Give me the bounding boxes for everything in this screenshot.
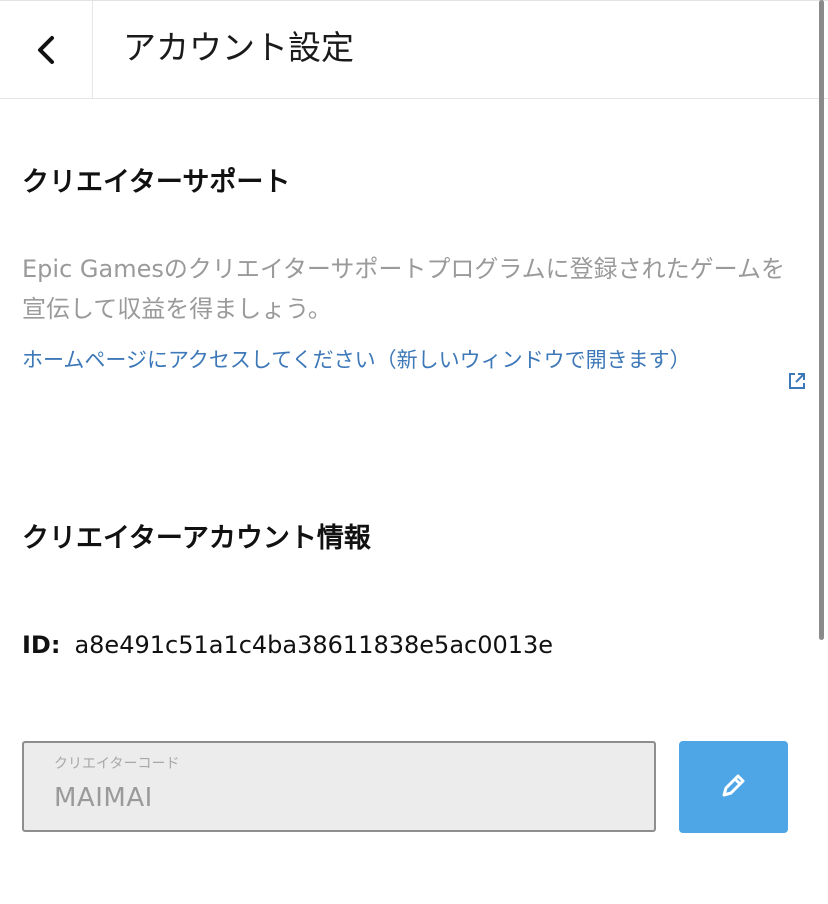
header-bar: アカウント設定 — [0, 0, 828, 99]
external-link-icon[interactable] — [787, 371, 807, 391]
account-id-row: ID: a8e491c51a1c4ba38611838e5ac0013e — [22, 629, 553, 661]
page-title: アカウント設定 — [123, 28, 354, 67]
homepage-link[interactable]: ホームページにアクセスしてください（新しいウィンドウで開きます） — [22, 344, 772, 377]
creator-code-field[interactable]: クリエイターコード MAIMAI — [22, 741, 656, 832]
creator-code-value: MAIMAI — [54, 783, 153, 813]
pencil-icon — [719, 770, 749, 804]
creator-support-heading: クリエイターサポート — [22, 167, 291, 198]
creator-code-label: クリエイターコード — [54, 756, 180, 772]
back-button[interactable] — [0, 1, 93, 99]
creator-support-description: Epic Gamesのクリエイターサポートプログラムに登録されたゲームを宣伝して… — [22, 255, 785, 323]
chevron-left-icon — [35, 35, 57, 65]
creator-account-heading: クリエイターアカウント情報 — [22, 523, 371, 554]
scrollbar[interactable] — [819, 0, 824, 640]
account-id-label: ID: — [22, 631, 61, 659]
account-id-value: a8e491c51a1c4ba38611838e5ac0013e — [74, 631, 554, 659]
edit-creator-code-button[interactable] — [679, 741, 788, 833]
